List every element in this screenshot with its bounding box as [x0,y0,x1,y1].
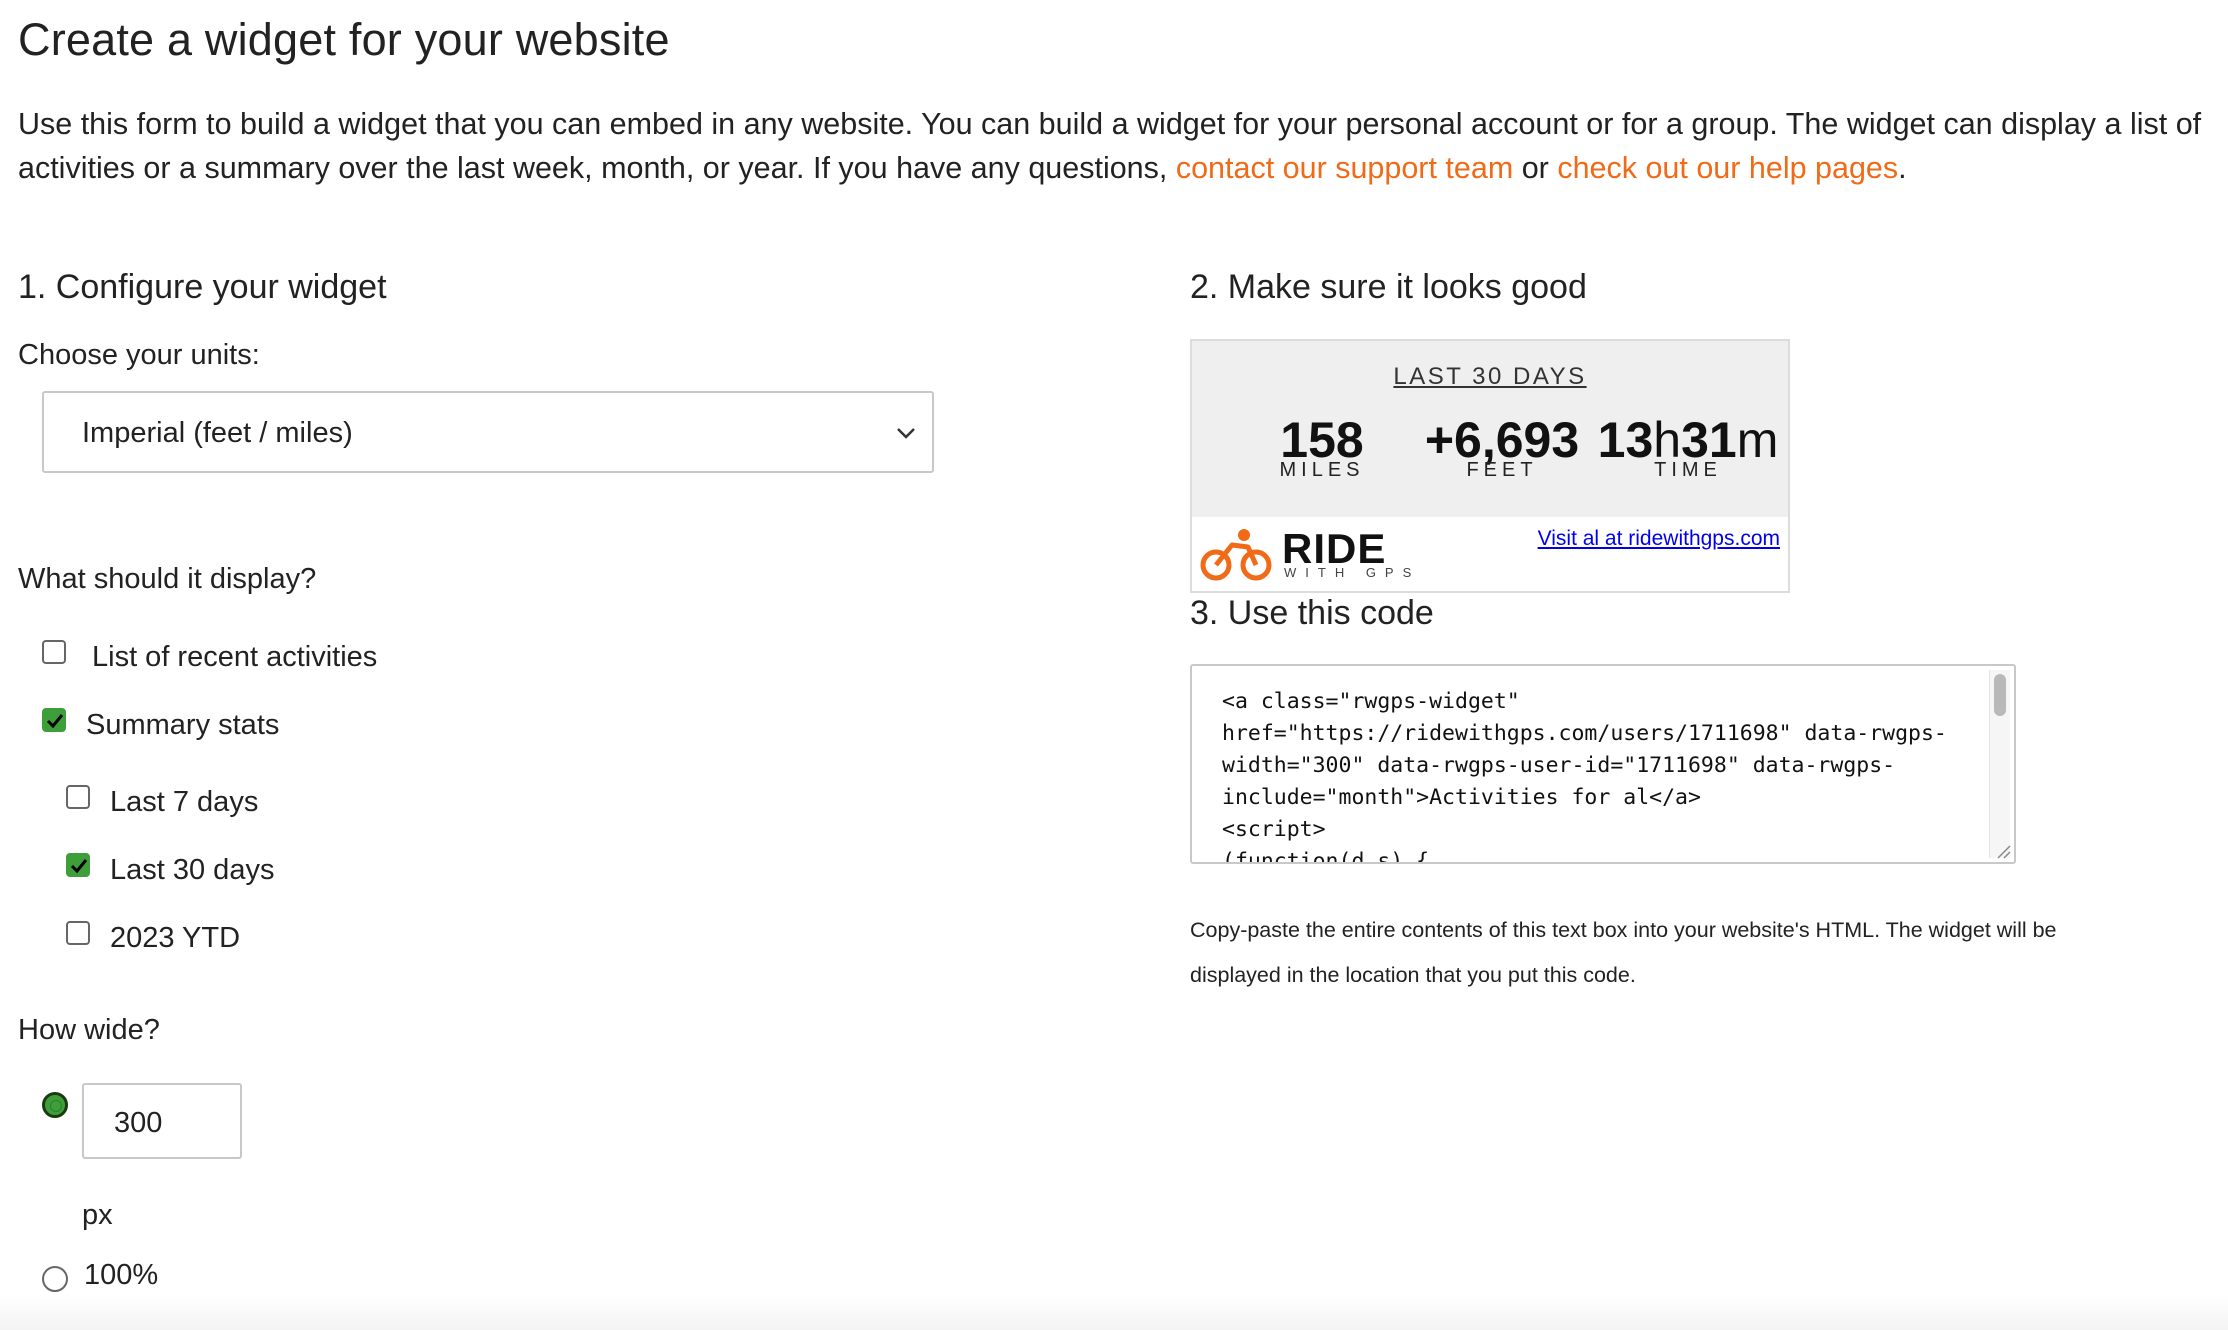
display-label: What should it display? [18,563,317,595]
width-input-value: 300 [114,1107,163,1139]
summary-stats-label: Summary stats [86,709,280,741]
recent-activities-label: List of recent activities [92,641,378,673]
cyclist-logo-icon [1200,529,1272,581]
checkmark-icon [70,859,88,874]
checkmark-icon [46,714,64,729]
summary-stats-checkbox[interactable] [42,708,66,732]
code-scrollbar[interactable] [1989,670,2010,858]
support-link[interactable]: contact our support team [1176,151,1513,185]
width-label: How wide? [18,1014,160,1046]
embed-code-text: <a class="rwgps-widget" href="https://ri… [1222,689,1947,864]
widget-preview: LAST 30 DAYS 158 MILES +6,693 FEET 13h31… [1190,339,1790,593]
intro-or: or [1513,151,1558,185]
chevron-down-icon [897,428,915,439]
units-selected-value: Imperial (feet / miles) [82,417,353,449]
code-scroll-thumb[interactable] [1994,674,2006,716]
intro-end: . [1898,151,1907,185]
page-title: Create a widget for your website [18,14,670,65]
preview-heading: 2. Make sure it looks good [1190,268,1587,306]
full-width-label: 100% [84,1259,159,1291]
code-heading: 3. Use this code [1190,594,1434,632]
last-30-days-label: Last 30 days [110,854,275,886]
width-unit-label: px [82,1199,113,1231]
resize-handle-icon[interactable] [1994,842,2012,860]
stat-miles-label: MILES [1279,459,1365,481]
width-input[interactable]: 300 [82,1083,242,1159]
stat-time-label: TIME [1654,459,1722,481]
visit-profile-link[interactable]: Visit al at ridewithgps.com [1538,527,1780,551]
ytd-label: 2023 YTD [110,922,241,954]
code-help-note: Copy-paste the entire contents of this t… [1190,918,2057,987]
ride-logo-subtext: WITH GPS [1284,565,1421,580]
last-7-days-checkbox[interactable] [66,785,90,809]
last-7-days-label: Last 7 days [110,786,259,818]
widget-range-title: LAST 30 DAYS [1393,363,1587,390]
page-bottom-fade [0,1294,2228,1330]
intro-paragraph: Use this form to build a widget that you… [18,102,2208,190]
embed-code-textarea[interactable]: <a class="rwgps-widget" href="https://ri… [1190,664,2016,864]
stat-feet-label: FEET [1466,459,1538,481]
recent-activities-checkbox[interactable] [42,640,66,664]
fixed-width-radio[interactable] [42,1092,68,1118]
units-select[interactable]: Imperial (feet / miles) [42,391,934,473]
ytd-checkbox[interactable] [66,921,90,945]
full-width-radio[interactable] [42,1266,68,1292]
help-link[interactable]: check out our help pages [1557,151,1898,185]
widget-stats-panel: LAST 30 DAYS 158 MILES +6,693 FEET 13h31… [1192,341,1788,517]
last-30-days-checkbox[interactable] [66,853,90,877]
units-label: Choose your units: [18,339,260,371]
configure-heading: 1. Configure your widget [18,268,387,306]
